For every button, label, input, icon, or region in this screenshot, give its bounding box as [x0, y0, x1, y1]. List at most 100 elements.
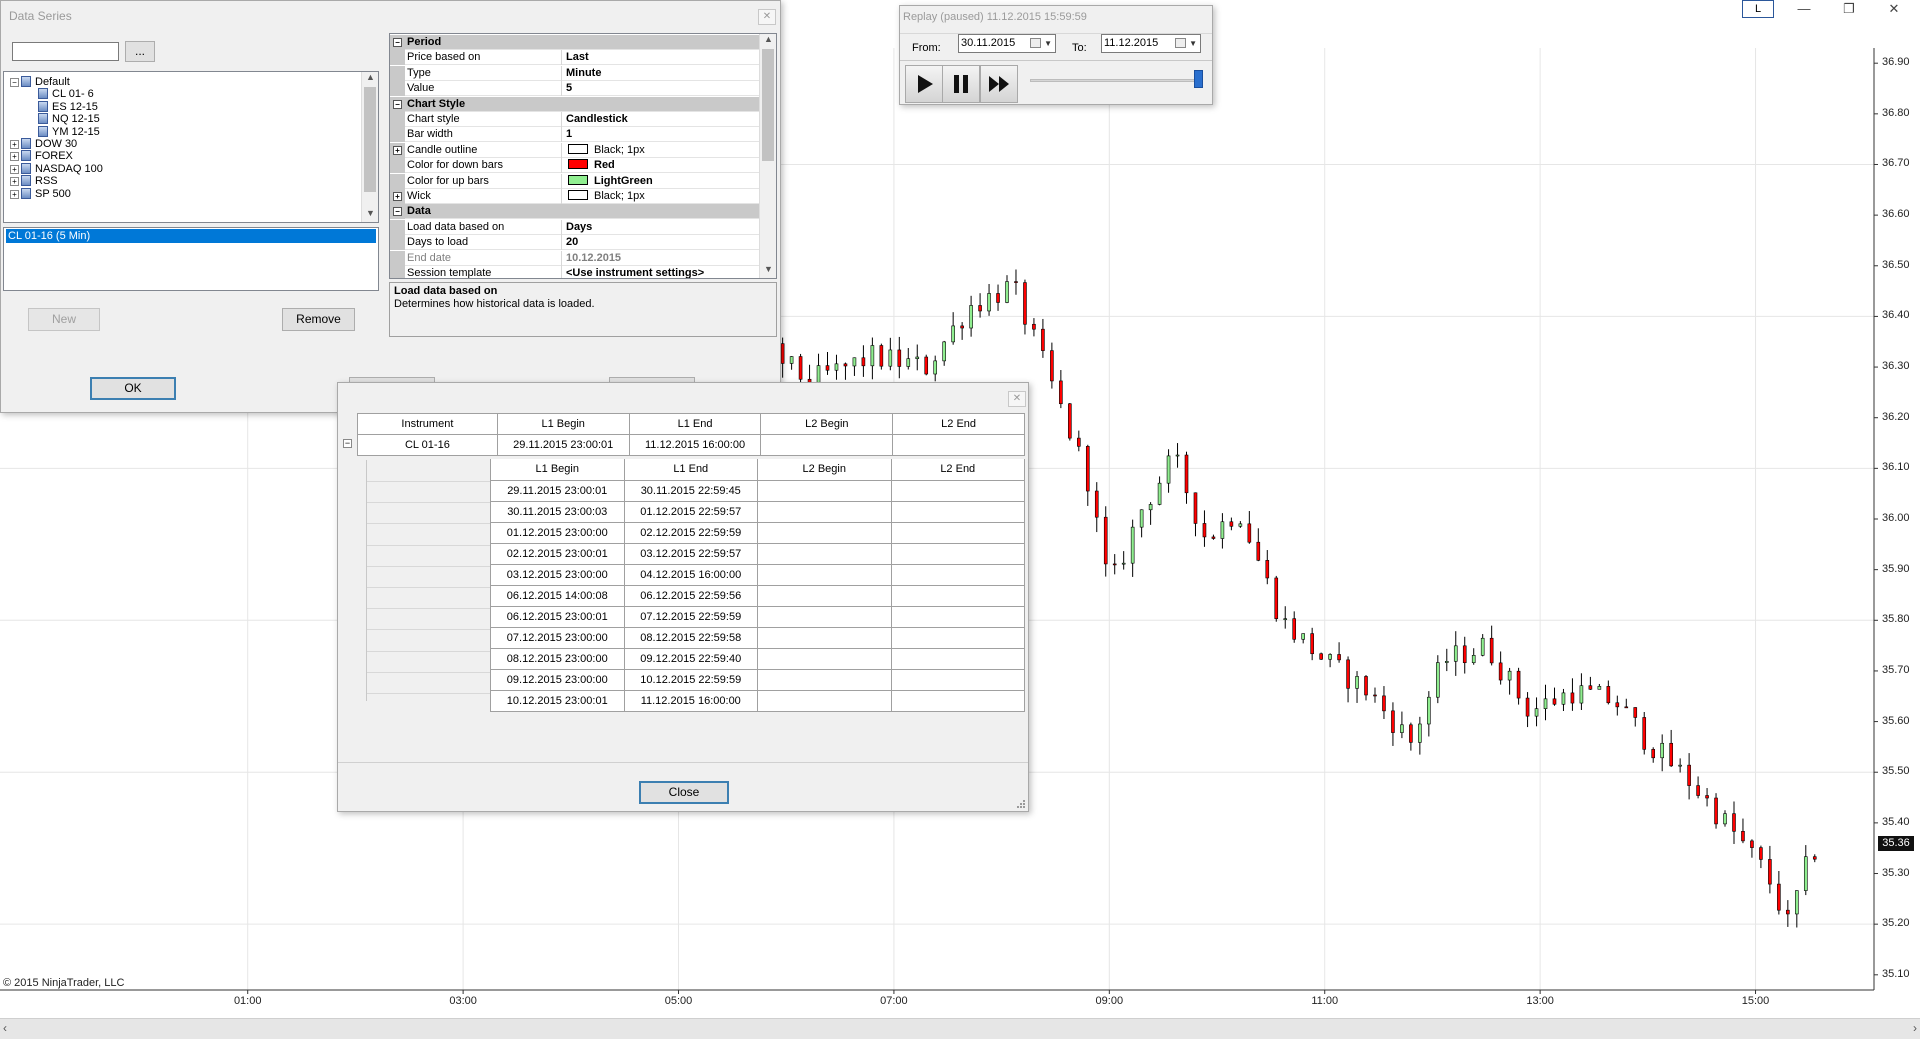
close-button[interactable]: Close — [639, 781, 729, 804]
property-row[interactable]: Bar width 1 — [390, 127, 761, 143]
tree-item[interactable]: + SP 500 — [10, 187, 71, 202]
scrollbar-thumb[interactable] — [762, 49, 774, 161]
collapse-icon[interactable]: − — [393, 99, 402, 109]
property-row[interactable]: Value 5 — [390, 81, 761, 97]
property-value-cell[interactable]: 10.12.2015 — [566, 251, 621, 266]
property-value-cell[interactable]: Candlestick — [566, 112, 628, 127]
fast-forward-button[interactable] — [980, 65, 1018, 103]
property-value-cell[interactable]: Days — [566, 220, 592, 235]
scroll-up-icon[interactable]: ▲ — [760, 34, 776, 48]
expand-icon[interactable]: + — [10, 177, 19, 187]
chart-horizontal-scrollbar[interactable]: ‹ › — [0, 1018, 1920, 1039]
scroll-down-icon[interactable]: ▼ — [362, 208, 378, 222]
property-category[interactable]: − Data — [390, 204, 761, 220]
expand-icon[interactable]: + — [10, 164, 19, 174]
table-row[interactable]: 08.12.2015 23:00:00 09.12.2015 22:59:40 — [490, 647, 1025, 670]
pause-button[interactable] — [942, 65, 980, 103]
property-row[interactable]: Days to load 20 — [390, 235, 761, 251]
close-icon[interactable]: ✕ — [1008, 391, 1026, 407]
property-row[interactable]: Session template <Use instrument settings… — [390, 266, 761, 278]
scroll-left-icon[interactable]: ‹ — [3, 1021, 7, 1035]
replay-slider-thumb[interactable] — [1194, 70, 1203, 88]
expand-icon[interactable]: + — [10, 189, 19, 199]
browse-button[interactable]: ... — [125, 41, 155, 62]
table-row[interactable]: 06.12.2015 14:00:08 06.12.2015 22:59:56 — [490, 584, 1025, 607]
ok-button[interactable]: OK — [90, 377, 176, 400]
property-value-cell[interactable]: Red — [566, 158, 615, 173]
restore-button[interactable]: ❐ — [1829, 0, 1869, 20]
chevron-down-icon[interactable]: ▼ — [1189, 35, 1197, 52]
column-header[interactable]: L2 End — [892, 413, 1025, 435]
calendar-icon[interactable] — [1030, 38, 1041, 48]
property-value-cell[interactable]: 20 — [566, 235, 578, 250]
column-header[interactable]: L1 Begin — [496, 413, 630, 435]
instrument-search-input[interactable] — [12, 42, 119, 61]
series-item[interactable]: CL 01-16 (5 Min) — [6, 229, 376, 243]
expand-icon[interactable]: + — [393, 145, 402, 155]
property-row[interactable]: + Wick Black; 1px — [390, 189, 761, 204]
property-value-cell[interactable]: Black; 1px — [566, 143, 645, 158]
property-row[interactable]: Color for up bars LightGreen — [390, 173, 761, 189]
property-value-cell[interactable]: Last — [566, 50, 589, 65]
property-value-cell[interactable]: 5 — [566, 81, 572, 96]
scroll-down-icon[interactable]: ▼ — [760, 264, 776, 278]
collapse-icon[interactable]: − — [343, 439, 352, 448]
close-icon[interactable]: ✕ — [758, 9, 776, 25]
table-row[interactable]: 07.12.2015 23:00:00 08.12.2015 22:59:58 — [490, 626, 1025, 649]
property-value-cell[interactable]: Black; 1px — [566, 189, 645, 204]
to-date-picker[interactable]: 11.12.2015 ▼ — [1101, 34, 1201, 53]
calendar-icon[interactable] — [1175, 38, 1186, 48]
toggle-l-button[interactable]: L — [1742, 0, 1774, 18]
remove-button[interactable]: Remove — [282, 308, 355, 331]
scrollbar-thumb[interactable] — [364, 87, 376, 192]
property-category[interactable]: − Period — [390, 35, 761, 50]
property-category[interactable]: − Chart Style — [390, 96, 761, 112]
column-header[interactable]: L2 Begin — [760, 413, 894, 435]
table-row[interactable]: 09.12.2015 23:00:00 10.12.2015 22:59:59 — [490, 668, 1025, 691]
play-button[interactable] — [905, 65, 943, 103]
property-row[interactable]: Price based on Last — [390, 50, 761, 66]
chevron-down-icon[interactable]: ▼ — [1044, 35, 1052, 52]
table-row[interactable]: 01.12.2015 23:00:00 02.12.2015 22:59:59 — [490, 521, 1025, 544]
collapse-icon[interactable]: − — [393, 38, 402, 47]
property-row[interactable]: Type Minute — [390, 65, 761, 81]
table-row[interactable]: 02.12.2015 23:00:01 03.12.2015 22:59:57 — [490, 542, 1025, 565]
column-header[interactable]: Instrument — [357, 413, 498, 435]
expand-icon[interactable]: + — [10, 140, 19, 149]
resize-grip-icon[interactable] — [1014, 797, 1026, 809]
property-grid[interactable]: − Period Price based on Last Type Minute Value… — [389, 33, 777, 279]
minimize-button[interactable]: — — [1784, 0, 1824, 20]
scroll-right-icon[interactable]: › — [1913, 1021, 1917, 1035]
column-header[interactable]: L2 End — [890, 459, 1025, 481]
expand-icon[interactable]: + — [10, 152, 19, 162]
table-row[interactable]: 03.12.2015 23:00:00 04.12.2015 16:00:00 — [490, 563, 1025, 586]
scroll-up-icon[interactable]: ▲ — [362, 72, 378, 86]
collapse-icon[interactable]: − — [10, 78, 19, 87]
property-scrollbar[interactable]: ▲ ▼ — [759, 34, 776, 278]
tree-scrollbar[interactable]: ▲ ▼ — [361, 72, 378, 222]
property-value-cell[interactable]: <Use instrument settings> — [566, 266, 704, 278]
table-row[interactable]: 10.12.2015 23:00:01 11.12.2015 16:00:00 — [490, 689, 1025, 712]
property-row[interactable]: Load data based on Days — [390, 219, 761, 235]
property-value-cell[interactable]: LightGreen — [566, 174, 653, 189]
selected-series-list[interactable]: CL 01-16 (5 Min) — [3, 227, 379, 291]
replay-speed-track[interactable] — [1030, 79, 1202, 82]
instrument-tree[interactable]: − Default CL 01- 6 ES 12-15 NQ 12-15 YM 12-15… — [3, 71, 379, 223]
new-button[interactable]: New — [28, 308, 100, 331]
property-row[interactable]: + Candle outline Black; 1px — [390, 142, 761, 158]
column-header[interactable]: L1 End — [623, 459, 758, 481]
close-window-button[interactable]: ✕ — [1874, 0, 1914, 20]
column-header[interactable]: L1 End — [628, 413, 762, 435]
table-row[interactable]: 06.12.2015 23:00:01 07.12.2015 22:59:59 — [490, 605, 1025, 628]
column-header[interactable]: L2 Begin — [757, 459, 892, 481]
collapse-icon[interactable]: − — [393, 207, 402, 217]
table-row[interactable]: 30.11.2015 23:00:03 01.12.2015 22:59:57 — [490, 500, 1025, 523]
expand-icon[interactable]: + — [393, 192, 402, 201]
from-date-picker[interactable]: 30.11.2015 ▼ — [958, 34, 1056, 53]
property-row[interactable]: Chart style Candlestick — [390, 112, 761, 127]
property-row[interactable]: Color for down bars Red — [390, 158, 761, 174]
property-value-cell[interactable]: 1 — [566, 127, 572, 142]
column-header[interactable]: L1 Begin — [490, 459, 625, 481]
table-row[interactable]: 29.11.2015 23:00:01 30.11.2015 22:59:45 — [490, 479, 1025, 502]
property-value-cell[interactable]: Minute — [566, 66, 601, 81]
